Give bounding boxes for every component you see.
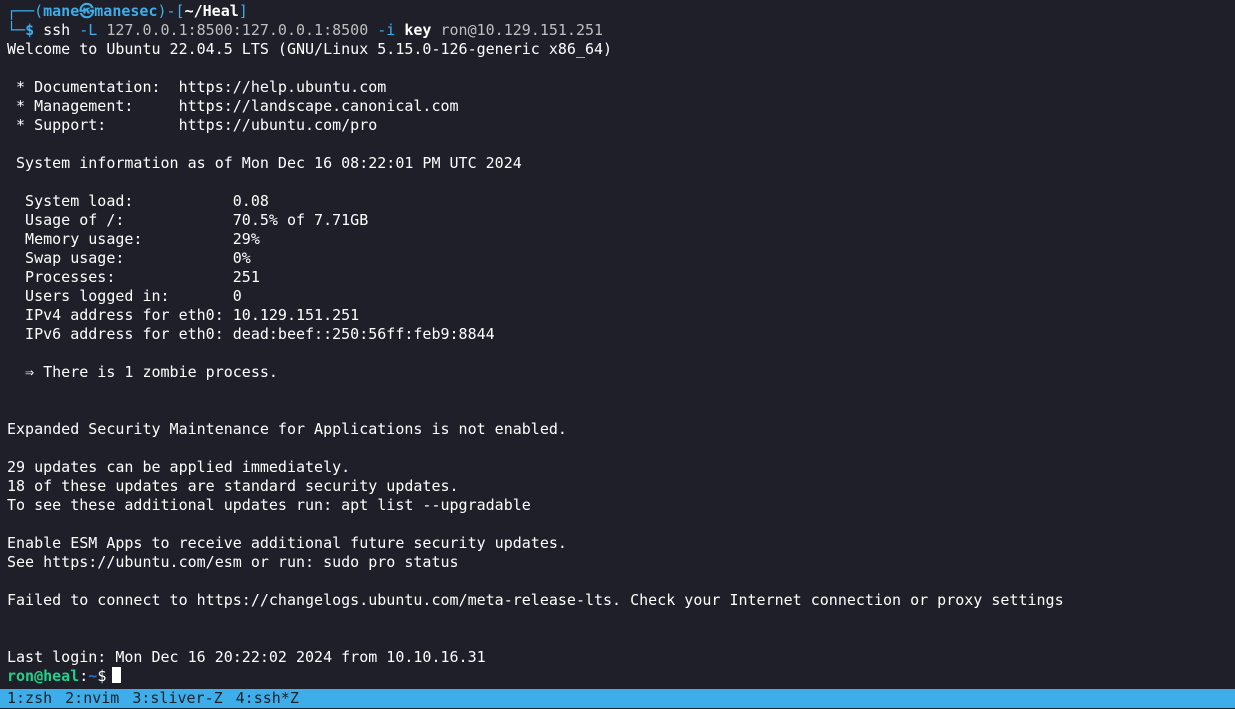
- tmux-status-bar: 1:zsh 2:nvim 3:sliver-Z 4:ssh*Z: [0, 689, 1235, 708]
- prompt-separator: )-[: [157, 2, 185, 20]
- stat-label: IPv4 address for eth0:: [7, 306, 233, 324]
- command-target: ron@10.129.151.251: [440, 21, 604, 39]
- prompt-close-bracket: ]: [238, 2, 248, 20]
- tmux-window-tab[interactable]: 1:zsh: [7, 689, 52, 707]
- stat-label: Swap usage:: [7, 249, 233, 267]
- command-flag-l: -L: [79, 21, 98, 39]
- stat-value: 0: [232, 287, 242, 305]
- prompt-corner-bottom: └─: [7, 21, 26, 39]
- esm-enable-line: Enable ESM Apps to receive additional fu…: [7, 534, 567, 552]
- support-line: * Support: https://ubuntu.com/pro: [7, 116, 378, 134]
- stat-label: Memory usage:: [7, 230, 233, 248]
- stat-row: Memory usage: 29%: [7, 230, 1235, 249]
- stat-row: IPv6 address for eth0: dead:beef::250:56…: [7, 325, 1235, 344]
- esm-apps-line: Expanded Security Maintenance for Applic…: [7, 420, 567, 438]
- prompt-cwd: ~/Heal: [184, 2, 239, 20]
- stat-label: Usage of /:: [7, 211, 233, 229]
- stat-value: 70.5% of 7.71GB: [232, 211, 369, 229]
- prompt-dollar: $: [25, 21, 35, 39]
- stat-row: Processes: 251: [7, 268, 1235, 287]
- stat-row: IPv4 address for eth0: 10.129.151.251: [7, 306, 1235, 325]
- stat-value: 251: [232, 268, 260, 286]
- prompt-line-top: ┌──(mane㉿manesec)-[~/Heal]: [7, 2, 1235, 21]
- failed-connect-line: Failed to connect to https://changelogs.…: [7, 591, 1064, 609]
- prompt-host: manesec: [94, 2, 158, 20]
- stat-row: Swap usage: 0%: [7, 249, 1235, 268]
- command-line: └─$ ssh -L 127.0.0.1:8500:127.0.0.1:8500…: [7, 21, 1235, 40]
- stat-row: Users logged in: 0: [7, 287, 1235, 306]
- esm-see-line: See https://ubuntu.com/esm or run: sudo …: [7, 553, 459, 571]
- remote-prompt-line[interactable]: ron@heal:~$: [7, 667, 1235, 686]
- tmux-window-tab[interactable]: 3:sliver-Z: [132, 689, 222, 707]
- terminal-window[interactable]: ┌──(mane㉿manesec)-[~/Heal] └─$ ssh -L 12…: [0, 2, 1235, 688]
- last-login-line: Last login: Mon Dec 16 20:22:02 2024 fro…: [7, 648, 486, 666]
- welcome-line: Welcome to Ubuntu 22.04.5 LTS (GNU/Linux…: [7, 40, 613, 58]
- prompt-open-paren: (: [34, 2, 44, 20]
- stat-row: System load: 0.08: [7, 192, 1235, 211]
- zombie-line: ⇒ There is 1 zombie process.: [7, 363, 278, 381]
- command-flag-i: -i: [377, 21, 396, 39]
- remote-colon: :: [79, 667, 89, 685]
- remote-dir: ~: [88, 667, 98, 685]
- management-line: * Management: https://landscape.canonica…: [7, 97, 459, 115]
- tmux-window-tab-active[interactable]: 4:ssh*Z: [236, 689, 299, 707]
- command-forward: 127.0.0.1:8500:127.0.0.1:8500: [106, 21, 369, 39]
- text-cursor[interactable]: [112, 667, 122, 683]
- prompt-user: mane: [43, 2, 80, 20]
- stat-label: Users logged in:: [7, 287, 233, 305]
- stat-value: 0%: [232, 249, 251, 267]
- stat-value: 10.129.151.251: [232, 306, 360, 324]
- stat-value: dead:beef::250:56ff:feb9:8844: [232, 325, 495, 343]
- prompt-corner-top: ┌──: [7, 2, 35, 20]
- command-program: ssh: [43, 21, 71, 39]
- tmux-window-tab[interactable]: 2:nvim: [65, 689, 119, 707]
- stat-label: IPv6 address for eth0:: [7, 325, 233, 343]
- sysinfo-header: System information as of Mon Dec 16 08:2…: [7, 154, 522, 172]
- stat-value: 29%: [232, 230, 260, 248]
- documentation-line: * Documentation: https://help.ubuntu.com: [7, 78, 387, 96]
- stat-label: Processes:: [7, 268, 233, 286]
- stat-row: Usage of /: 70.5% of 7.71GB: [7, 211, 1235, 230]
- updates-line: To see these additional updates run: apt…: [7, 496, 531, 514]
- updates-line: 18 of these updates are standard securit…: [7, 477, 459, 495]
- stat-label: System load:: [7, 192, 233, 210]
- skull-icon: ㉿: [79, 2, 95, 20]
- updates-line: 29 updates can be applied immediately.: [7, 458, 351, 476]
- remote-dollar: $: [97, 667, 107, 685]
- remote-userhost: ron@heal: [7, 667, 80, 685]
- stat-value: 0.08: [232, 192, 269, 210]
- command-keyfile: key: [404, 21, 432, 39]
